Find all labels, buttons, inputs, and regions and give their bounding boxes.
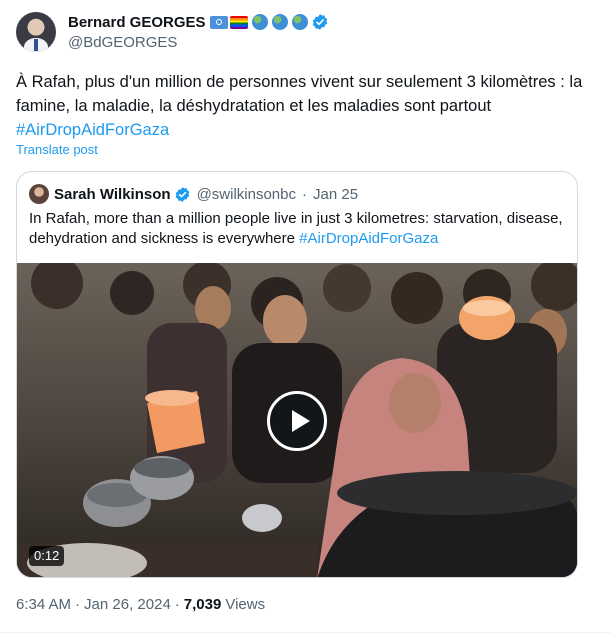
tweet-time[interactable]: 6:34 AM [16,596,71,613]
quote-author-avatar [29,184,49,204]
author-avatar[interactable] [16,12,56,52]
verified-badge-icon [175,186,189,202]
quote-author-name: Sarah Wilkinson [54,185,171,203]
quote-video[interactable]: 0:12 [17,263,577,577]
quote-author-handle: @swilkinsonbc [196,185,296,203]
rainbow-flag-icon [229,15,248,29]
globe-icon [291,14,308,30]
meta-separator: · [174,596,180,613]
un-flag-icon [209,15,228,29]
play-button[interactable] [267,391,327,451]
quote-header: Sarah Wilkinson @swilkinsonbc · Jan 25 [29,184,358,204]
author-info: Bernard GEORGES @BdGEORGES [68,12,329,54]
quote-text: In Rafah, more than a million people liv… [29,209,564,249]
views-label: Views [225,596,266,613]
video-duration: 0:12 [29,546,65,566]
tweet-date[interactable]: Jan 26, 2024 [84,596,171,613]
quote-separator: · [302,185,307,203]
quote-date: Jan 25 [313,185,359,203]
author-display-name[interactable]: Bernard GEORGES [68,14,206,31]
globe-icon [251,14,268,30]
quote-text-body: In Rafah, more than a million people liv… [29,210,563,247]
tweet: Bernard GEORGES @BdGEORGES À Rafah, plus… [0,0,611,633]
tweet-text-body: À Rafah, plus d'un million de personnes … [16,73,583,115]
tweet-meta: 6:34 AM · Jan 26, 2024 · 7,039 Views [16,596,265,613]
tweet-hashtag-link[interactable]: #AirDropAidForGaza [16,121,169,139]
quote-hashtag-link[interactable]: #AirDropAidForGaza [299,230,438,247]
views-count[interactable]: 7,039 [184,596,222,613]
author-handle[interactable]: @BdGEORGES [68,34,329,54]
tweet-text: À Rafah, plus d'un million de personnes … [16,70,591,142]
author-flags [209,14,308,30]
verified-badge-icon[interactable] [311,13,329,31]
globe-icon [271,14,288,30]
translate-post-link[interactable]: Translate post [16,142,98,157]
author-name-row: Bernard GEORGES [68,12,329,32]
quoted-tweet[interactable]: Sarah Wilkinson @swilkinsonbc · Jan 25 I… [16,171,578,578]
avatar-tie [34,39,38,51]
meta-separator: · [75,596,81,613]
